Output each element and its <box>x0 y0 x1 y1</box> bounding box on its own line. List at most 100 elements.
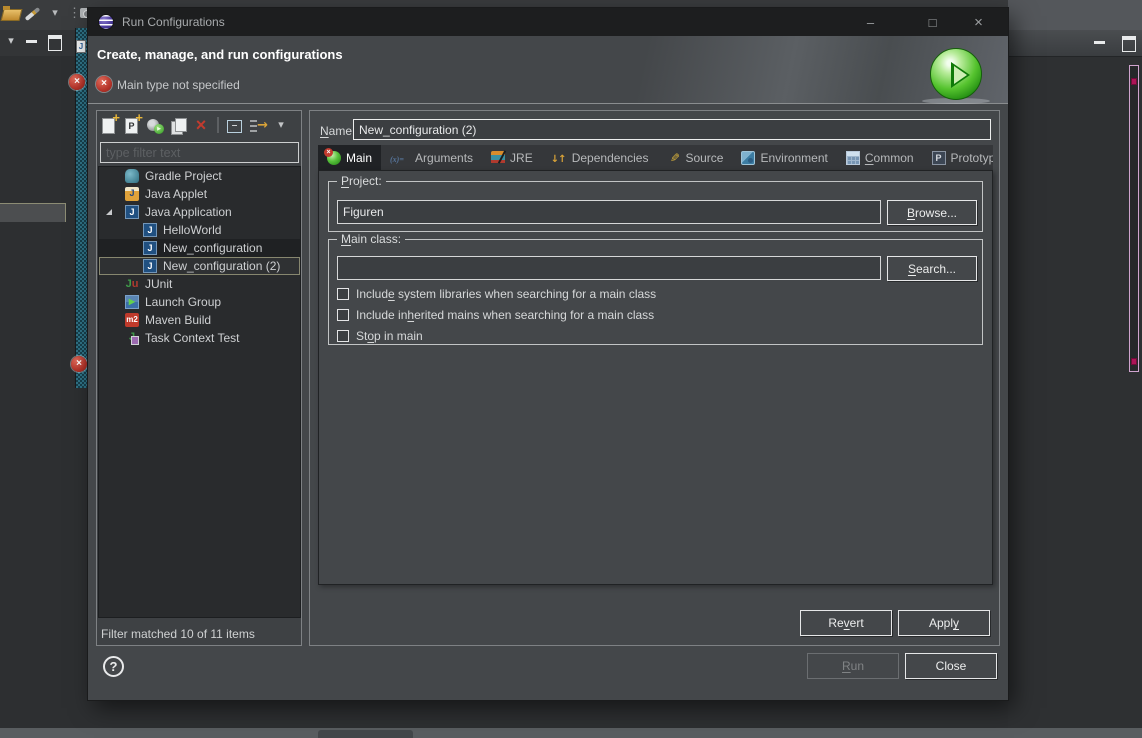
dropdown-arrow-icon[interactable] <box>46 4 64 22</box>
chevron-down-icon[interactable] <box>2 32 20 50</box>
play-icon-inner <box>954 66 967 84</box>
tree-item-launch-group[interactable]: Launch Group <box>99 293 300 311</box>
project-legend: Project: <box>337 174 386 188</box>
overflow-grip-icon[interactable] <box>68 4 76 22</box>
help-button[interactable]: ? <box>103 656 124 677</box>
restore-view-icon[interactable] <box>1120 33 1138 51</box>
project-input[interactable] <box>337 200 881 224</box>
close-button[interactable]: × <box>956 8 1001 36</box>
menu-dropdown-icon[interactable] <box>272 117 290 134</box>
tree-item-icon <box>143 241 157 255</box>
open-folder-icon[interactable] <box>2 4 20 22</box>
tree-item-label: Java Application <box>145 205 232 219</box>
tab-label: Prototype <box>951 151 993 165</box>
background-editor-area-right <box>1008 57 1142 728</box>
main-tab-content: Project: Browse... Main class: Search... <box>318 170 993 585</box>
editor-overview-ruler[interactable] <box>1129 65 1139 372</box>
tree-item-new-configuration-2[interactable]: New_configuration (2) <box>99 257 300 275</box>
paintbrush-icon[interactable] <box>24 4 42 22</box>
tab-icon <box>666 151 680 165</box>
revert-button[interactable]: Revert <box>800 610 892 636</box>
project-group: Project: Browse... <box>328 181 983 232</box>
configuration-detail-panel: Name: Main Arguments JRE Dependencie <box>309 110 1000 646</box>
tree-item-maven-build[interactable]: Maven Build <box>99 311 300 329</box>
tree-item-java-applet[interactable]: Java Applet <box>99 185 300 203</box>
checkbox[interactable] <box>337 309 349 321</box>
banner-title: Create, manage, and run configurations <box>97 47 343 62</box>
horizontal-scrollbar-thumb[interactable] <box>318 730 413 738</box>
error-icon: × <box>71 356 87 372</box>
tab-label: Environment <box>760 151 827 165</box>
run-configurations-dialog: Run Configurations –□× Create, manage, a… <box>88 8 1008 700</box>
tab-main[interactable]: Main <box>318 145 381 170</box>
tab-arguments[interactable]: Arguments <box>381 145 482 170</box>
minimize-view-icon[interactable] <box>1092 33 1110 51</box>
error-icon: × <box>69 74 85 90</box>
minimized-view-bar[interactable] <box>0 203 66 222</box>
error-icon: × <box>96 76 112 92</box>
apply-button[interactable]: Apply <box>898 610 990 636</box>
minimize-button[interactable]: – <box>848 8 893 36</box>
close-button[interactable]: Close <box>905 653 997 679</box>
name-label: Name: <box>320 124 355 138</box>
tab-prototype[interactable]: Prototype <box>923 145 993 170</box>
configuration-tabs: Main Arguments JRE Dependencies Source <box>318 145 993 170</box>
tree-item-helloworld[interactable]: HelloWorld <box>99 221 300 239</box>
duplicate-launch-configuration-icon[interactable] <box>169 117 187 134</box>
tree-item-new-configuration[interactable]: New_configuration <box>99 239 300 257</box>
tab-environment[interactable]: Environment <box>732 145 836 170</box>
collapse-all-icon[interactable] <box>226 117 244 134</box>
error-marker[interactable] <box>1131 78 1137 85</box>
tab-icon <box>390 151 410 165</box>
checkbox-label: Include inherited mains when searching f… <box>356 308 654 322</box>
tab-common[interactable]: Common <box>837 145 923 170</box>
tree-item-junit[interactable]: JUnit <box>99 275 300 293</box>
tree-item-label: Task Context Test <box>145 331 240 345</box>
tree-item-icon <box>125 187 139 201</box>
run-button[interactable]: Run <box>807 653 899 679</box>
toolbar-separator <box>217 117 219 133</box>
maximize-button[interactable]: □ <box>910 8 955 36</box>
tree-item-label: Java Applet <box>145 187 207 201</box>
delete-launch-configuration-icon[interactable] <box>192 117 210 134</box>
checkbox[interactable] <box>337 288 349 300</box>
new-launch-configuration-icon[interactable] <box>100 117 118 134</box>
tree-item-icon <box>125 331 139 345</box>
error-marker[interactable] <box>1131 358 1137 365</box>
tree-item-task-context-test[interactable]: Task Context Test <box>99 329 300 347</box>
tab-dependencies[interactable]: Dependencies <box>542 145 658 170</box>
tree-item-label: New_configuration (2) <box>163 259 280 273</box>
tree-item-label: JUnit <box>145 277 172 291</box>
tree-item-java-application[interactable]: Java Application <box>99 203 300 221</box>
configurations-panel: Gradle Project Java Applet Java Applicat… <box>96 110 302 646</box>
tree-item-label: New_configuration <box>163 241 262 255</box>
tree-item-label: Launch Group <box>145 295 221 309</box>
filter-launch-configurations-icon[interactable] <box>249 117 267 134</box>
tree-item-icon <box>143 259 157 273</box>
tab-label: Source <box>685 151 723 165</box>
tab-icon <box>846 151 860 165</box>
main-class-group: Main class: Search... Include system lib… <box>328 239 983 345</box>
tab-icon <box>327 151 341 165</box>
restore-view-icon[interactable] <box>46 32 64 50</box>
browse-button[interactable]: Browse... <box>887 200 977 225</box>
expander-icon[interactable] <box>106 209 112 215</box>
checkbox-row: Include system libraries when searching … <box>337 286 656 302</box>
tree-item-label: Gradle Project <box>145 169 222 183</box>
new-launch-prototype-icon[interactable] <box>123 117 141 134</box>
filter-input[interactable] <box>100 142 299 163</box>
search-button[interactable]: Search... <box>887 256 977 281</box>
checkbox-label: Stop in main <box>356 329 423 343</box>
dialog-header-banner: Create, manage, and run configurations ×… <box>88 36 1008 104</box>
tree-item-label: HelloWorld <box>163 223 221 237</box>
tree-item-gradle-project[interactable]: Gradle Project <box>99 167 300 185</box>
checkbox[interactable] <box>337 330 349 342</box>
export-launch-configurations-icon[interactable] <box>146 117 164 134</box>
name-input[interactable] <box>353 119 991 140</box>
main-class-input[interactable] <box>337 256 881 280</box>
tab-jre[interactable]: JRE <box>482 145 542 170</box>
tab-label: Dependencies <box>572 151 649 165</box>
tab-source[interactable]: Source <box>657 145 732 170</box>
tab-label: Arguments <box>415 151 473 165</box>
minimize-view-icon[interactable] <box>24 32 42 50</box>
